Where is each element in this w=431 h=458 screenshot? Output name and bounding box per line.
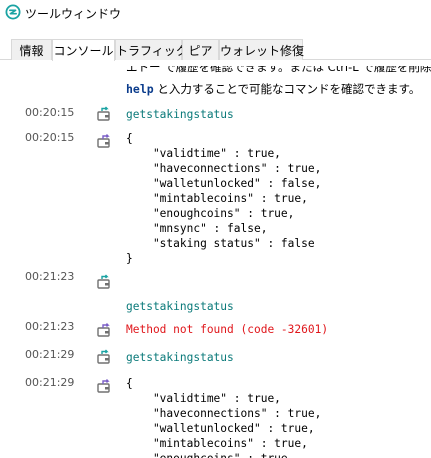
wallet-out-icon [97,379,110,393]
window-title: ツールウィンドウ [25,7,122,21]
wallet-in-icon [97,106,110,121]
timestamp: 00:21:29 [25,376,75,389]
timestamp: 00:20:15 [25,106,75,119]
help-keyword: help [126,82,154,96]
wallet-out-icon [97,323,110,337]
intro-help-line: help と入力することで可能なコマンドを確認できます。 [126,81,420,97]
timestamp: 00:21:29 [25,348,75,361]
tab-bar: 情報 コンソール トラフィック ピア ウォレット修復 [0,37,431,61]
wallet-out-icon [97,134,110,148]
timestamp: 00:20:15 [25,131,75,144]
command-text: getstakingstatus [126,108,234,121]
reply-text: { "validtime" : true, "haveconnections" … [126,377,322,458]
tab-info[interactable]: 情報 [11,39,52,60]
circle-logo-icon [5,4,21,20]
command-text: getstakingstatus [126,300,234,313]
tool-window: ツールウィンドウ 情報 コンソール トラフィック ピア ウォレット修復 エトー … [0,0,431,458]
intro-text-clipped: エトー で履歴を確認できます。または Ctrl-L で履歴を削除 [126,66,431,74]
wallet-in-icon [97,349,110,364]
tab-console[interactable]: コンソール [52,39,115,61]
tab-peers[interactable]: ピア [182,39,219,60]
timestamp: 00:21:23 [25,270,75,283]
tab-wallet-repair[interactable]: ウォレット修復 [219,39,304,60]
title-bar: ツールウィンドウ [0,0,431,30]
intro-help-rest: と入力することで可能なコマンドを確認できます。 [153,82,421,96]
reply-text: { "validtime" : true, "haveconnections" … [126,132,322,265]
error-text: Method not found (code -32601) [126,323,329,336]
wallet-in-icon [97,274,110,289]
tab-traffic[interactable]: トラフィック [115,39,188,60]
command-text: getstakingstatus [126,351,234,364]
timestamp: 00:21:23 [25,320,75,333]
console-output[interactable]: エトー で履歴を確認できます。または Ctrl-L で履歴を削除 help と入… [0,61,431,458]
